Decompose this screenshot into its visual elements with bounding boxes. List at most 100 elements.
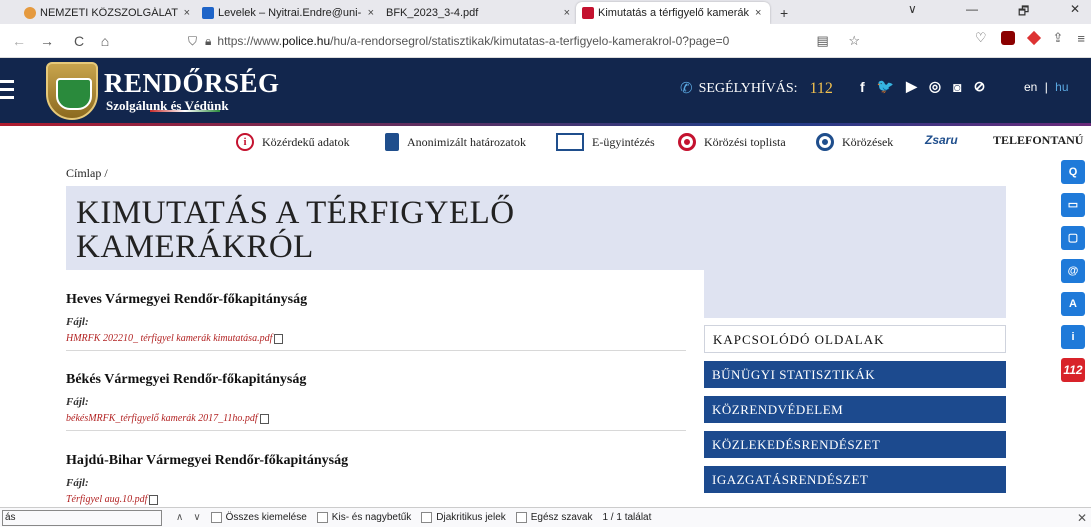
lock-icon[interactable]: 🔒︎ xyxy=(205,34,211,49)
emergency-hotline[interactable]: ✆ SEGÉLYHÍVÁS: 112 xyxy=(680,79,833,98)
email-icon[interactable]: @ xyxy=(1061,259,1085,283)
quicklink-korozesi-toplista[interactable]: Körözési toplista xyxy=(678,133,786,151)
reader-bookmark-icons[interactable]: ▤ ☆ xyxy=(816,33,868,49)
facebook-icon[interactable]: f xyxy=(860,79,865,95)
road-icon[interactable]: A xyxy=(1061,292,1085,316)
quicklink-korozesek[interactable]: Körözések xyxy=(816,133,893,151)
url-path: /hu/a-rendorsegrol/statisztikak/kimutata… xyxy=(330,34,730,48)
related-link-bunugyi[interactable]: BŰNÜGYI STATISZTIKÁK xyxy=(704,361,1006,388)
lang-en[interactable]: en xyxy=(1024,80,1037,94)
hotline-number: 112 xyxy=(809,79,833,97)
url-domain: police.hu xyxy=(282,34,331,48)
quicklink-zsaru[interactable]: Zsaru xyxy=(925,133,958,147)
back-icon[interactable]: ← xyxy=(8,33,30,49)
find-input[interactable]: ás xyxy=(2,509,162,526)
instagram-icon[interactable]: ◎ xyxy=(929,78,941,95)
related-link-kozrendvedelem[interactable]: KÖZRENDVÉDELEM xyxy=(704,396,1006,423)
shield-icon[interactable] xyxy=(1000,31,1015,45)
match-case-checkbox[interactable]: Kis- és nagybetűk xyxy=(316,512,412,523)
tab-favicon xyxy=(582,7,594,19)
tab-close-icon[interactable]: × xyxy=(368,7,374,19)
home-icon[interactable]: ⌂ xyxy=(94,33,116,49)
match-diacritics-checkbox[interactable]: Djakritikus jelek xyxy=(421,512,506,523)
sidebar-banner-extension xyxy=(704,270,1006,318)
find-previous-icon[interactable]: ∧ xyxy=(176,512,183,523)
find-bar: ás ∧ ∨ Összes kiemelése Kis- és nagybetű… xyxy=(0,507,1091,527)
checkbox[interactable] xyxy=(421,512,433,523)
checkbox[interactable] xyxy=(515,512,527,523)
new-tab-button[interactable]: + xyxy=(774,2,794,24)
breadcrumb[interactable]: Címlap / xyxy=(66,166,108,181)
quicklink-eugyintezes[interactable]: E-ügyintézés xyxy=(556,133,655,151)
checkbox[interactable] xyxy=(210,512,222,523)
accessibility-icon[interactable]: ⊘ xyxy=(974,78,986,95)
checkbox[interactable] xyxy=(316,512,328,523)
rss-icon[interactable]: ◙ xyxy=(953,79,961,95)
social-links: f 🐦 ▶ ◎ ◙ ⊘ xyxy=(860,78,985,95)
tracking-shield-icon[interactable]: ⛉ xyxy=(188,34,197,49)
phone-icon: ✆ xyxy=(680,81,693,97)
option-label: Djakritikus jelek xyxy=(436,512,506,523)
monitor-icon[interactable]: ▭ xyxy=(1061,193,1085,217)
file-link[interactable]: békésMRFK_térfigyelő kamerák 2017_11ho.p… xyxy=(66,413,686,424)
close-find-bar-icon[interactable]: ✕ xyxy=(1077,511,1087,525)
browser-tab-2[interactable]: Levelek – Nyitrai.Endre@uni-nk × xyxy=(196,2,380,24)
pdf-icon xyxy=(259,413,269,424)
related-link-igazgatas[interactable]: IGAZGATÁSRENDÉSZET xyxy=(704,466,1006,493)
info-tool-icon[interactable]: i xyxy=(1061,325,1085,349)
site-brand[interactable]: RENDŐRSÉG xyxy=(104,70,280,97)
menu-icon[interactable]: ≡ xyxy=(1077,31,1085,46)
tab-title: Levelek – Nyitrai.Endre@uni-nk xyxy=(218,7,362,19)
minimize-icon[interactable]: — xyxy=(966,2,978,16)
quicklink-label: Közérdekű adatok xyxy=(262,134,350,149)
hotline-label: SEGÉLYHÍVÁS: xyxy=(698,80,798,96)
quicklink-kozerdeku[interactable]: i Közérdekű adatok xyxy=(236,133,350,151)
share-icon[interactable]: ⇪ xyxy=(1053,30,1064,46)
find-next-icon[interactable]: ∨ xyxy=(193,512,200,523)
entry-title: Heves Vármegyei Rendőr-főkapitányság xyxy=(66,292,308,307)
forward-icon[interactable]: → xyxy=(36,33,58,49)
browser-tab-active[interactable]: Kimutatás a térfigyelő kamerák × xyxy=(576,2,770,24)
tab-title: Kimutatás a térfigyelő kamerák xyxy=(598,7,750,19)
restore-icon[interactable]: 🗗 xyxy=(1018,2,1029,23)
file-link[interactable]: HMRFK 202210_ térfigyel kamerák kimutatá… xyxy=(66,333,686,344)
tab-close-icon[interactable]: × xyxy=(564,7,570,19)
quicklink-label: Körözések xyxy=(842,134,894,149)
pocket-icon[interactable]: ♡ xyxy=(975,30,987,46)
find-match-count: 1 / 1 találat xyxy=(602,512,652,523)
lang-hu[interactable]: hu xyxy=(1055,80,1068,94)
search-icon[interactable]: Q xyxy=(1061,160,1085,184)
option-label: Kis- és nagybetűk xyxy=(331,512,412,523)
divider xyxy=(66,350,686,351)
info-icon: i xyxy=(236,133,254,151)
youtube-icon[interactable]: ▶ xyxy=(906,78,917,95)
browser-tab-1[interactable]: NEMZETI KÖZSZOLGÁLATI EGYE × xyxy=(0,2,196,24)
file-label: Fájl: xyxy=(66,396,89,408)
browser-tab-3[interactable]: BFK_2023_3-4.pdf × xyxy=(380,2,576,24)
document-tool-icon[interactable]: ▢ xyxy=(1061,226,1085,250)
whole-words-checkbox[interactable]: Egész szavak xyxy=(515,512,593,523)
floating-tools: Q ▭ ▢ @ A i 112 xyxy=(1061,160,1085,391)
extension-icon[interactable] xyxy=(1026,30,1041,46)
close-window-icon[interactable]: ✕ xyxy=(1070,2,1080,16)
language-switch: en | hu xyxy=(1024,80,1069,94)
lang-separator: | xyxy=(1044,80,1048,94)
file-link[interactable]: Térfigyel aug.10.pdf xyxy=(66,494,686,505)
file-name: békésMRFK_térfigyelő kamerák 2017_11ho.p… xyxy=(66,413,258,424)
related-link-kozlekedes[interactable]: KÖZLEKEDÉSRENDÉSZET xyxy=(704,431,1006,458)
hamburger-menu-icon[interactable] xyxy=(0,80,14,104)
highlight-all-checkbox[interactable]: Összes kiemelése xyxy=(210,512,307,523)
reload-icon[interactable]: C xyxy=(68,33,90,49)
option-label: Egész szavak xyxy=(530,512,593,523)
url-bar[interactable]: ⛉ 🔒︎ https://www. police.hu/hu/a-rendorse… xyxy=(188,28,878,54)
tab-list-dropdown-icon[interactable]: ∨ xyxy=(908,2,917,16)
tab-close-icon[interactable]: × xyxy=(755,7,761,19)
police-logo[interactable] xyxy=(46,62,98,120)
tab-close-icon[interactable]: × xyxy=(184,7,190,19)
file-name: HMRFK 202210_ térfigyel kamerák kimutatá… xyxy=(66,333,273,344)
entry-title: Békés Vármegyei Rendőr-főkapitányság xyxy=(66,372,307,387)
emergency-112-icon[interactable]: 112 xyxy=(1061,358,1085,382)
twitter-icon[interactable]: 🐦 xyxy=(877,78,894,95)
quicklink-telefontanu[interactable]: TELEFONTANÚ xyxy=(993,133,1083,148)
quicklink-anonimizalt[interactable]: Anonimizált határozatok xyxy=(385,133,526,151)
